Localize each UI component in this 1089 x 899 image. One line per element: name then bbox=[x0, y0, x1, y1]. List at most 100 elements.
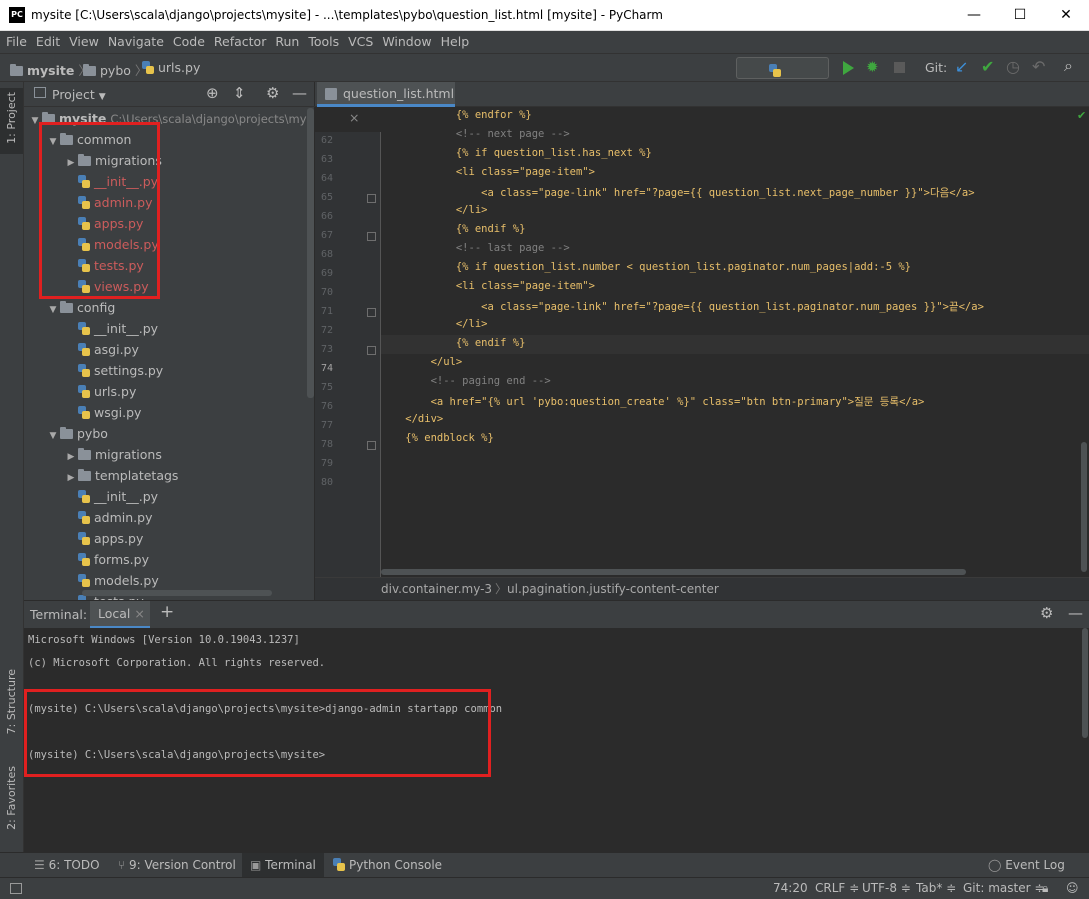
line-number: 78 bbox=[320, 439, 333, 450]
locate-icon[interactable]: ⊕ bbox=[206, 84, 219, 102]
terminal-line: Microsoft Windows [Version 10.0.19043.12… bbox=[28, 634, 300, 646]
project-view-icon bbox=[34, 87, 46, 98]
tree-file[interactable]: forms.py bbox=[64, 549, 149, 570]
tree-folder[interactable]: ▶ templatetags bbox=[64, 465, 179, 486]
git-commit-icon[interactable]: ✔ bbox=[981, 57, 994, 76]
structure-tool-tab[interactable]: 7: Structure bbox=[0, 667, 23, 747]
run-icon[interactable] bbox=[843, 61, 854, 78]
debug-icon[interactable]: ✹ bbox=[866, 58, 879, 76]
maximize-button[interactable]: ☐ bbox=[997, 0, 1043, 31]
line-separator[interactable]: CRLF ≑ bbox=[815, 881, 859, 895]
menu-run[interactable]: Run bbox=[269, 31, 302, 49]
folder-icon bbox=[60, 427, 73, 439]
code-view[interactable]: 62 63 64 65 66 67 68 69 70 71 72 73 74 75 76 77 78 79 80 {… bbox=[315, 107, 1089, 577]
menu-window[interactable]: Window bbox=[376, 31, 434, 49]
fold-marker-icon[interactable] bbox=[367, 232, 376, 241]
rollback-icon[interactable]: ↶ bbox=[1032, 57, 1045, 76]
expanded-arrow-icon[interactable]: ▼ bbox=[46, 426, 60, 447]
menu-vcs[interactable]: VCS bbox=[342, 31, 376, 49]
python-file-icon bbox=[78, 406, 90, 419]
inspector-icon[interactable]: ☺︎ bbox=[1066, 881, 1079, 895]
expanded-arrow-icon[interactable]: ▼ bbox=[46, 300, 60, 321]
menu-refactor[interactable]: Refactor bbox=[208, 31, 269, 49]
file-encoding[interactable]: UTF-8 ≑ bbox=[862, 881, 911, 895]
tree-folder[interactable]: ▼ pybo bbox=[46, 423, 108, 444]
git-branch[interactable]: Git: master ≑ bbox=[963, 881, 1044, 895]
python-file-icon bbox=[78, 532, 90, 545]
toggle-tool-windows-icon[interactable] bbox=[10, 883, 22, 894]
tree-folder[interactable]: ▶ migrations bbox=[64, 444, 162, 465]
tree-folder[interactable]: ▼ config bbox=[46, 297, 116, 321]
git-update-icon[interactable]: ↙ bbox=[955, 57, 968, 76]
tab-python-console[interactable]: Python Console bbox=[333, 853, 442, 878]
project-hscrollbar[interactable] bbox=[82, 590, 272, 596]
fold-marker-icon[interactable] bbox=[367, 308, 376, 317]
project-view-dropdown[interactable]: Project ▼ bbox=[52, 87, 106, 102]
terminal-tab-local[interactable]: Local × bbox=[90, 601, 150, 629]
tree-file[interactable]: admin.py bbox=[64, 507, 152, 528]
menu-edit[interactable]: Edit bbox=[30, 31, 63, 49]
favorites-tool-tab[interactable]: 2: Favorites bbox=[0, 764, 23, 844]
new-terminal-icon[interactable]: + bbox=[160, 602, 174, 622]
breadcrumb-pybo[interactable]: pybo 〉 bbox=[83, 60, 147, 79]
tab-version-control[interactable]: ⑂ 9: Version Control bbox=[118, 853, 236, 878]
tree-file[interactable]: settings.py bbox=[64, 360, 163, 381]
tree-file[interactable]: asgi.py bbox=[64, 339, 139, 360]
tree-file[interactable]: apps.py bbox=[64, 528, 143, 549]
line-number: 76 bbox=[320, 401, 333, 412]
hide-panel-icon[interactable]: — bbox=[292, 84, 307, 102]
line-number: 79 bbox=[320, 458, 333, 469]
indent-setting[interactable]: Tab* ≑ bbox=[916, 881, 956, 895]
terminal-settings-icon[interactable]: ⚙ bbox=[1040, 604, 1053, 622]
menu-view[interactable]: View bbox=[63, 31, 102, 49]
tree-file[interactable]: urls.py bbox=[64, 381, 136, 402]
event-log-button[interactable]: ◯ Event Log bbox=[988, 853, 1065, 878]
html-file-icon bbox=[325, 88, 337, 100]
stop-icon[interactable] bbox=[894, 62, 905, 73]
crumb-div-container[interactable]: div.container.my-3 bbox=[381, 578, 492, 600]
tree-file[interactable]: __init__.py bbox=[64, 318, 158, 339]
tree-file[interactable]: models.py bbox=[64, 570, 159, 591]
tree-file[interactable]: __init__.py bbox=[64, 486, 158, 507]
editor-vscrollbar[interactable] bbox=[1081, 442, 1087, 572]
terminal-hide-icon[interactable]: — bbox=[1068, 604, 1083, 622]
project-tool-tab[interactable]: 1: Project bbox=[0, 88, 23, 154]
close-button[interactable]: ✕ bbox=[1043, 0, 1089, 31]
tab-todo[interactable]: ☰ 6: TODO bbox=[34, 853, 100, 878]
breadcrumb-root[interactable]: mysite 〉 bbox=[10, 60, 91, 79]
fold-marker-icon[interactable] bbox=[367, 194, 376, 203]
menu-code[interactable]: Code bbox=[167, 31, 208, 49]
fold-marker-icon[interactable] bbox=[367, 346, 376, 355]
fold-marker-icon[interactable] bbox=[367, 441, 376, 450]
settings-gear-icon[interactable]: ⚙ bbox=[266, 84, 279, 102]
line-number: 70 bbox=[320, 287, 333, 298]
highlight-common-folder bbox=[39, 122, 160, 299]
tree-item-label: models.py bbox=[94, 573, 159, 588]
tree-file[interactable]: wsgi.py bbox=[64, 402, 141, 423]
minimize-button[interactable]: — bbox=[951, 0, 997, 31]
lock-icon[interactable]: 🔒︎ bbox=[1042, 881, 1048, 896]
menu-help[interactable]: Help bbox=[435, 31, 473, 49]
collapse-all-icon[interactable]: ⇕ bbox=[233, 84, 246, 102]
terminal-scrollbar[interactable] bbox=[1082, 628, 1088, 738]
run-config-dropdown[interactable]: manage ▼ bbox=[736, 57, 829, 95]
caret-position[interactable]: 74:20 bbox=[773, 881, 808, 895]
history-icon[interactable]: ◷ bbox=[1006, 57, 1020, 76]
git-label: Git: bbox=[925, 60, 948, 75]
crumb-ul-pagination[interactable]: ul.pagination.justify-content-center bbox=[507, 578, 719, 600]
tab-terminal[interactable]: ▣ Terminal bbox=[242, 853, 324, 878]
menu-navigate[interactable]: Navigate bbox=[102, 31, 167, 49]
folder-icon bbox=[78, 469, 91, 481]
tree-item-label: asgi.py bbox=[94, 342, 139, 357]
python-file-icon bbox=[78, 490, 90, 503]
menu-tools[interactable]: Tools bbox=[302, 31, 342, 49]
search-everywhere-icon[interactable]: ⌕ bbox=[1064, 56, 1073, 76]
pycharm-logo-icon: PC bbox=[9, 7, 25, 23]
breadcrumb-file[interactable]: urls.py bbox=[142, 60, 200, 75]
editor-hscrollbar[interactable] bbox=[381, 569, 966, 575]
tab-question-list[interactable]: question_list.html × bbox=[317, 82, 455, 125]
menu-file[interactable]: File bbox=[0, 31, 30, 49]
project-scrollbar[interactable] bbox=[307, 108, 314, 398]
status-bar: 74:20 CRLF ≑ UTF-8 ≑ Tab* ≑ Git: master … bbox=[0, 877, 1089, 899]
tree-item-label: admin.py bbox=[94, 510, 153, 525]
